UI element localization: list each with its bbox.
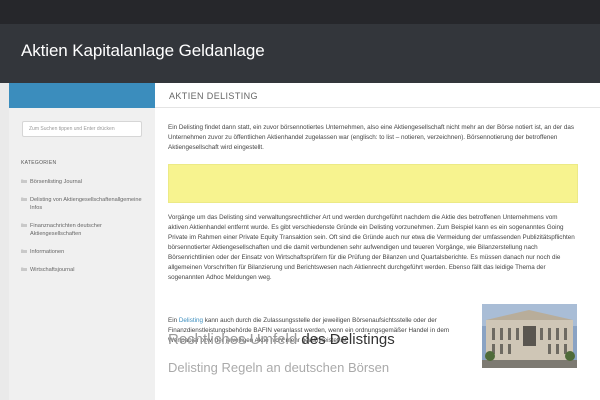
sidebar-item-finanznachrichten[interactable]: Finanznachrichten deutscher Aktiengesell… xyxy=(21,222,147,238)
folder-icon xyxy=(21,249,27,253)
folder-icon xyxy=(21,267,27,271)
article-content: Ein Delisting findet dann statt, ein zuv… xyxy=(155,108,600,400)
article-paragraph: Ein Delisting findet dann statt, ein zuv… xyxy=(168,124,575,151)
section-subheading: Rechtliches Umfeld des Delistings xyxy=(168,331,395,348)
folder-icon xyxy=(21,223,27,227)
folder-icon xyxy=(21,179,27,183)
search-input[interactable]: Zum Suchen tippen und Enter drücken xyxy=(22,121,142,137)
top-bar xyxy=(0,0,600,24)
stock-exchange-building-image xyxy=(482,304,577,368)
category-list: Börsenlisting Journal Delisting von Akti… xyxy=(21,178,147,284)
paragraph-text: Ein xyxy=(168,317,179,324)
page-heading-bar: AKTIEN DELISTING xyxy=(155,83,600,108)
delisting-link[interactable]: Delisting xyxy=(179,317,203,324)
sidebar-item-boersenlisting-journal[interactable]: Börsenlisting Journal xyxy=(21,178,147,186)
subheading-strong: des Delistings xyxy=(301,331,395,348)
subheading-light: Rechtliches Umfeld xyxy=(168,331,302,348)
sidebar-item-wirtschaftsjournal[interactable]: Wirtschaftsjournal xyxy=(21,266,147,274)
page-title: AKTIEN DELISTING xyxy=(169,91,258,101)
sidebar-item-informationen[interactable]: Informationen xyxy=(21,248,147,256)
ad-placeholder xyxy=(168,164,578,203)
sidebar: Zum Suchen tippen und Enter drücken KATE… xyxy=(9,108,155,400)
folder-icon xyxy=(21,197,27,201)
sidebar-item-delisting-infos[interactable]: Delisting von Aktiengesellschaftenallgem… xyxy=(21,196,147,212)
section-subheading-2: Delisting Regeln an deutschen Börsen xyxy=(168,360,390,375)
sidebar-item-label: Delisting von Aktiengesellschaftenallgem… xyxy=(30,197,142,211)
sidebar-item-label: Börsenlisting Journal xyxy=(30,179,82,185)
sidebar-accent-band xyxy=(9,83,155,108)
categories-heading: KATEGORIEN xyxy=(21,160,57,166)
sidebar-item-label: Informationen xyxy=(30,249,65,255)
article-paragraph: Vorgänge um das Delisting sind verwaltun… xyxy=(168,214,575,281)
sidebar-item-label: Wirtschaftsjournal xyxy=(30,267,75,273)
site-title[interactable]: Aktien Kapitalanlage Geldanlage xyxy=(21,41,265,61)
sidebar-item-label: Finanznachrichten deutscher Aktiengesell… xyxy=(30,223,102,237)
